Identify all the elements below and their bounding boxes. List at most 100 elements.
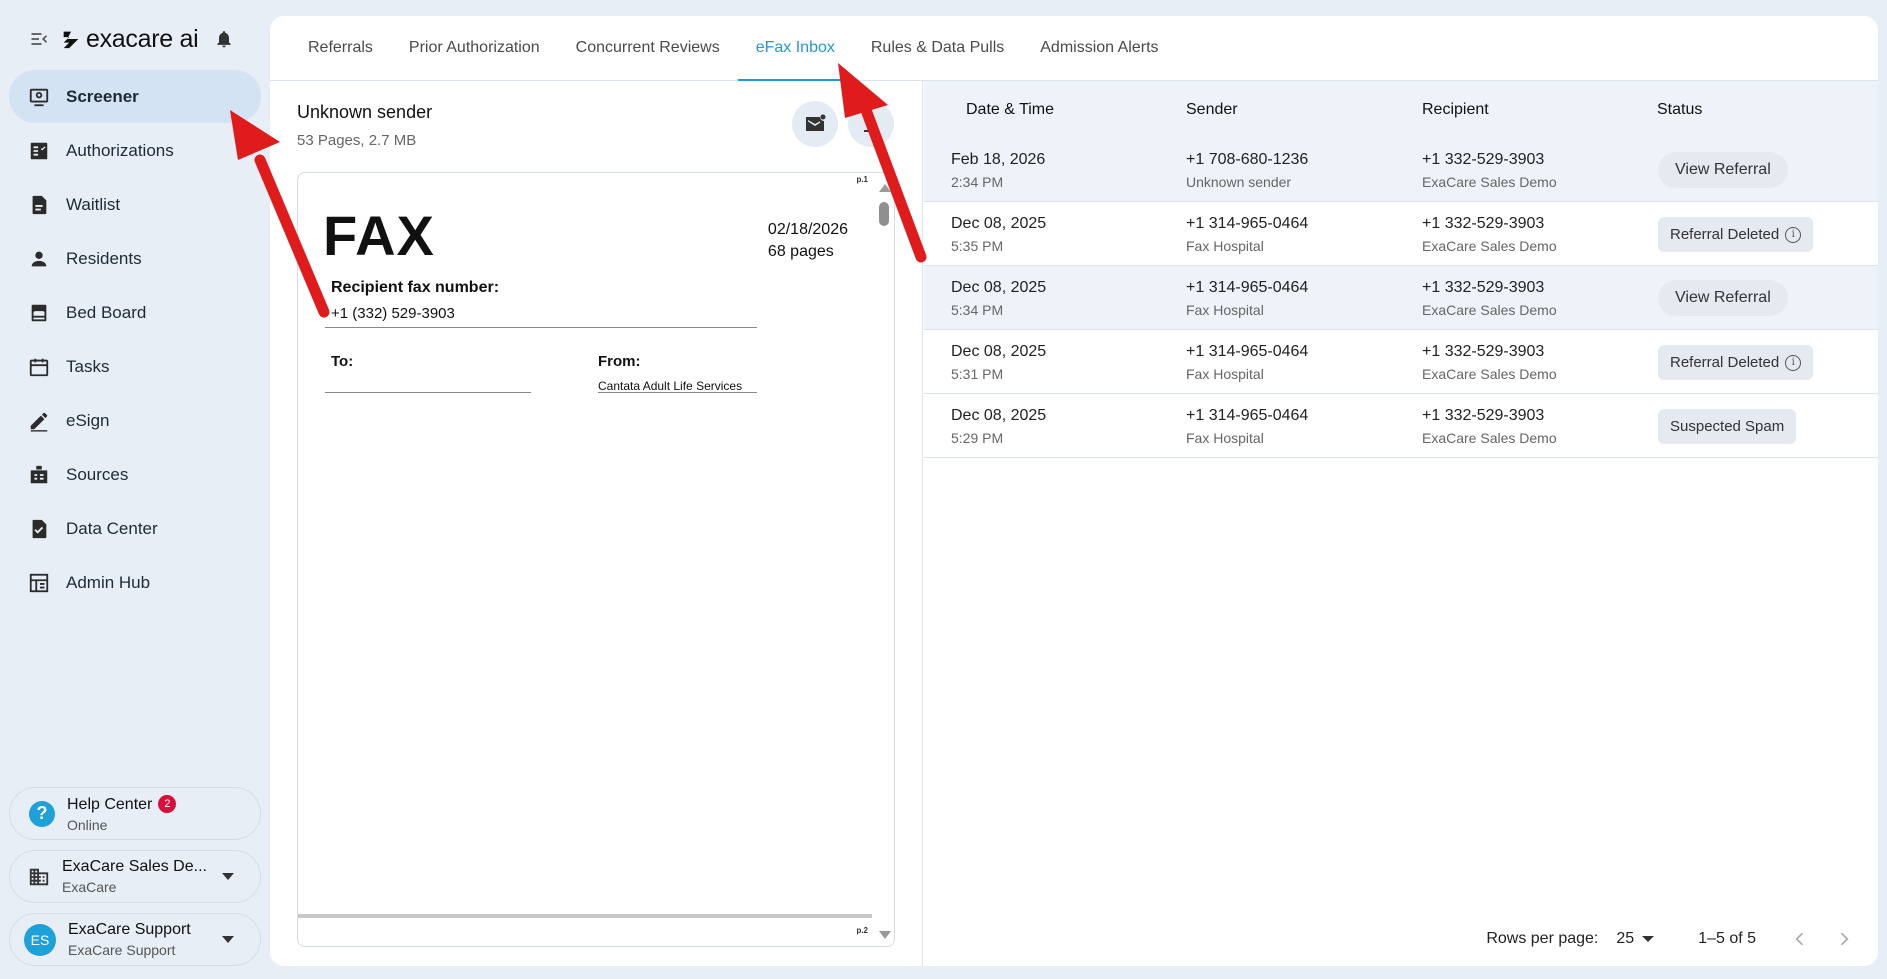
sidebar: exacare ai Screener Authorizations Waitl…: [0, 0, 270, 979]
fax-heading: FAX: [323, 204, 435, 267]
sidebar-item-bed-board[interactable]: Bed Board: [9, 286, 261, 339]
sidebar-item-data-center[interactable]: Data Center: [9, 502, 261, 555]
download-button[interactable]: [848, 101, 894, 147]
tab-concurrent-reviews[interactable]: Concurrent Reviews: [558, 16, 738, 80]
scroll-down-icon[interactable]: [879, 931, 891, 939]
scrollbar-thumb[interactable]: [879, 202, 889, 226]
sidebar-item-authorizations[interactable]: Authorizations: [9, 124, 261, 177]
brand-header: exacare ai: [28, 24, 234, 54]
sidebar-item-label: Residents: [66, 248, 142, 268]
row-recipient-number: +1 332-529-3903: [1422, 343, 1545, 360]
brand-name: exacare ai: [86, 24, 199, 53]
status-label: Referral Deleted: [1670, 226, 1780, 243]
table-row[interactable]: Dec 08, 2025 5:29 PM +1 314-965-0464 Fax H…: [924, 394, 1878, 458]
row-recipient-number: +1 332-529-3903: [1422, 279, 1545, 296]
fax-page-count: 68 pages: [767, 243, 834, 260]
sidebar-item-label: Tasks: [66, 356, 110, 376]
fax-inbox-table: Date & Time Sender Recipient Status Feb …: [924, 81, 1878, 966]
chevron-down-icon: [222, 936, 234, 943]
bed-icon: [31, 304, 47, 321]
page-separator: [298, 914, 872, 918]
authorizations-icon: [30, 142, 48, 159]
help-center-status: Online: [67, 816, 108, 833]
main-panel: Referrals Prior Authorization Concurrent…: [270, 16, 1878, 966]
row-recipient-name: ExaCare Sales Demo: [1422, 366, 1557, 382]
document-scrollbar[interactable]: [876, 178, 892, 943]
row-recipient-name: ExaCare Sales Demo: [1422, 302, 1557, 318]
status-badge: Suspected Spam: [1658, 409, 1797, 444]
chevron-down-icon: [1642, 935, 1655, 942]
row-time: 2:34 PM: [951, 174, 1004, 190]
recipient-fax-number: +1 (332) 529-3903: [331, 305, 455, 322]
sources-icon: [30, 465, 48, 483]
row-date: Dec 08, 2025: [951, 343, 1047, 360]
fax-document-viewer[interactable]: p.1 FAX 02/18/2026 68 pages Recipient fa…: [297, 172, 895, 947]
status-label: Referral Deleted: [1670, 354, 1780, 371]
sidebar-item-esign[interactable]: eSign: [9, 394, 261, 447]
row-recipient-number: +1 332-529-3903: [1422, 407, 1545, 424]
user-subtitle: ExaCare Support: [68, 942, 176, 958]
sidebar-item-label: Screener: [66, 86, 139, 106]
column-header-recipient[interactable]: Recipient: [1422, 101, 1489, 119]
tab-prior-authorization[interactable]: Prior Authorization: [391, 16, 558, 80]
sidebar-item-screener[interactable]: Screener: [9, 70, 261, 123]
sidebar-item-admin-hub[interactable]: Admin Hub: [9, 556, 261, 609]
scroll-up-icon[interactable]: [879, 184, 891, 192]
pagination-range: 1–5 of 5: [1698, 929, 1756, 947]
row-recipient-number: +1 332-529-3903: [1422, 151, 1545, 168]
building-icon: [29, 868, 49, 885]
user-account-switcher[interactable]: ES ExaCare Support ExaCare Support: [9, 913, 261, 966]
tab-admission-alerts[interactable]: Admission Alerts: [1022, 16, 1176, 80]
previous-page-icon[interactable]: [1790, 929, 1810, 949]
recipient-fax-label: Recipient fax number:: [331, 279, 500, 296]
sidebar-item-label: Admin Hub: [66, 572, 151, 592]
fax-to-label: To:: [331, 353, 354, 370]
column-header-date-time[interactable]: Date & Time: [966, 101, 1054, 119]
column-header-sender[interactable]: Sender: [1186, 101, 1238, 119]
avatar: ES: [24, 923, 56, 956]
download-icon: [864, 115, 878, 132]
table-row[interactable]: Dec 08, 2025 5:31 PM +1 314-965-0464 Fax H…: [924, 330, 1878, 394]
screener-icon: [29, 88, 49, 106]
sidebar-item-tasks[interactable]: Tasks: [9, 340, 261, 393]
sidebar-item-waitlist[interactable]: Waitlist: [9, 178, 261, 231]
view-referral-button[interactable]: View Referral: [1658, 280, 1788, 316]
pen-icon: [30, 412, 48, 432]
sidebar-nav: Screener Authorizations Waitlist Residen…: [9, 70, 261, 610]
table-pagination: Rows per page: 25 1–5 of 5: [924, 911, 1878, 966]
help-center-card[interactable]: ? Help Center 2 Online: [9, 787, 261, 840]
row-date: Dec 08, 2025: [951, 407, 1047, 424]
view-referral-button[interactable]: View Referral: [1658, 152, 1788, 188]
tab-rules-data-pulls[interactable]: Rules & Data Pulls: [853, 16, 1022, 80]
fax-date: 02/18/2026: [767, 221, 848, 238]
table-row[interactable]: Dec 08, 2025 5:35 PM +1 314-965-0464 Fax H…: [924, 202, 1878, 266]
next-page-icon[interactable]: [1834, 929, 1854, 949]
tab-efax-inbox[interactable]: eFax Inbox: [737, 16, 854, 81]
waitlist-icon: [32, 195, 47, 214]
bell-icon[interactable]: [214, 28, 234, 50]
row-time: 5:34 PM: [951, 302, 1004, 318]
info-icon[interactable]: i: [1785, 354, 1802, 371]
table-row[interactable]: Feb 18, 2026 2:34 PM +1 708-680-1236 Unkno…: [924, 138, 1878, 202]
row-date: Dec 08, 2025: [951, 279, 1047, 296]
tab-referrals[interactable]: Referrals: [290, 16, 391, 80]
row-sender-name: Fax Hospital: [1186, 302, 1264, 318]
sidebar-item-residents[interactable]: Residents: [9, 232, 261, 285]
mark-email-button[interactable]: [792, 101, 838, 147]
organization-switcher[interactable]: ExaCare Sales De... ExaCare: [9, 850, 261, 903]
sidebar-item-sources[interactable]: Sources: [9, 448, 261, 501]
fax-from-label: From:: [598, 353, 641, 370]
info-icon[interactable]: i: [1785, 226, 1802, 243]
row-recipient-name: ExaCare Sales Demo: [1422, 238, 1557, 254]
table-header: Date & Time Sender Recipient Status: [924, 81, 1878, 138]
rows-per-page-select[interactable]: 25: [1616, 930, 1655, 948]
brand-logo: exacare ai: [60, 24, 199, 54]
collapse-menu-icon[interactable]: [28, 29, 50, 49]
column-header-status[interactable]: Status: [1657, 101, 1702, 119]
sidebar-item-label: eSign: [66, 410, 110, 430]
status-badge: Referral Deleted i: [1658, 217, 1814, 252]
calendar-icon: [29, 358, 49, 376]
table-row[interactable]: Dec 08, 2025 5:34 PM +1 314-965-0464 Fax H…: [924, 266, 1878, 330]
row-sender-name: Fax Hospital: [1186, 366, 1264, 382]
data-center-icon: [32, 519, 47, 538]
